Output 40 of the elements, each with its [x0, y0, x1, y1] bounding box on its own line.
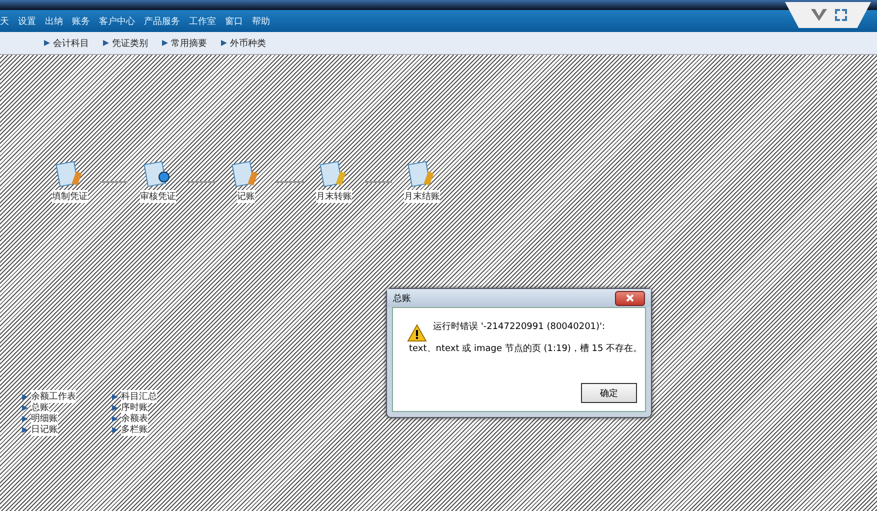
menu-item[interactable]: 帮助	[252, 14, 270, 28]
bullet-icon	[103, 40, 109, 46]
bullet-icon	[162, 40, 168, 46]
bullet-icon	[112, 404, 118, 410]
menu-item[interactable]: 天	[0, 14, 9, 28]
flow-step-label[interactable]: 月末转账	[316, 190, 352, 203]
toolbar-item[interactable]: 常用摘要	[162, 36, 207, 50]
toolbar-item[interactable]: 凭证类别	[103, 36, 148, 50]
menu-item[interactable]: 出纳	[45, 14, 63, 28]
bullet-icon	[112, 426, 118, 432]
dialog-title: 总账	[393, 292, 411, 304]
error-detail: text、ntext 或 image 节点的页 (1:19)，槽 15 不存在。	[409, 342, 642, 355]
report-link[interactable]: 日记账	[31, 423, 58, 436]
bullet-icon	[112, 394, 118, 400]
menu-item[interactable]: 窗口	[225, 14, 243, 28]
toolbar-item[interactable]: 外币种类	[221, 36, 266, 50]
close-icon	[626, 294, 634, 302]
bullet-icon	[112, 416, 118, 422]
bullet-icon	[221, 40, 227, 46]
warning-icon	[407, 324, 427, 342]
bullet-icon	[22, 416, 28, 422]
menu-item[interactable]: 客户中心	[99, 14, 135, 28]
menu-item[interactable]: 产品服务	[144, 14, 180, 28]
bullet-icon	[44, 40, 50, 46]
report-link[interactable]: 余额工作表	[31, 390, 76, 403]
bullet-icon	[22, 404, 28, 410]
flow-step-label[interactable]: 月末结账	[404, 190, 440, 203]
menu-item[interactable]: 工作室	[189, 14, 216, 28]
bullet-icon	[22, 394, 28, 400]
menu-item[interactable]: 账务	[72, 14, 90, 28]
flow-step-label[interactable]: 记账	[237, 190, 255, 203]
close-button[interactable]	[615, 290, 645, 306]
ok-button[interactable]: 确定	[581, 383, 637, 403]
flow-step-label[interactable]: 审核凭证	[140, 190, 176, 203]
error-message: 运行时错误 '-2147220991 (80040201)':	[433, 320, 606, 333]
report-link[interactable]: 多栏账	[121, 423, 148, 436]
flow-step-label[interactable]: 填制凭证	[52, 190, 88, 203]
bullet-icon	[22, 426, 28, 432]
menu-item[interactable]: 设置	[18, 14, 36, 28]
toolbar-item[interactable]: 会计科目	[44, 36, 89, 50]
